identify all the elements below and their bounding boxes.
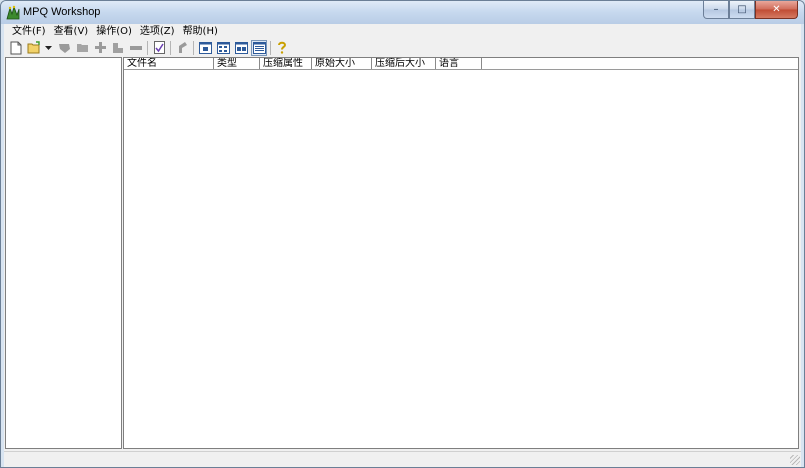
details-view-button[interactable] bbox=[251, 39, 267, 56]
new-archive-button[interactable] bbox=[8, 40, 24, 56]
client-area: 文件(F) 查看(V) 操作(O) 选项(Z) 帮助(H) 文件名 类型 压缩属… bbox=[4, 24, 801, 467]
maximize-button[interactable]: □ bbox=[729, 1, 755, 19]
help-icon bbox=[278, 41, 287, 54]
add-file-button[interactable] bbox=[92, 40, 108, 56]
open-archive-button[interactable] bbox=[26, 40, 42, 56]
menu-file[interactable]: 文件(F) bbox=[8, 24, 50, 39]
column-header-compression[interactable]: 压缩属性 bbox=[260, 58, 312, 69]
status-bar bbox=[4, 451, 801, 466]
resize-grip[interactable] bbox=[790, 455, 800, 465]
window-title: MPQ Workshop bbox=[23, 6, 101, 18]
toolbar-separator bbox=[170, 40, 171, 55]
details-view-icon bbox=[252, 41, 266, 54]
close-button[interactable]: ✕ bbox=[755, 1, 798, 19]
list-view-button[interactable] bbox=[233, 40, 249, 56]
remove-icon bbox=[130, 45, 142, 50]
large-icons-view-button[interactable] bbox=[197, 40, 213, 56]
file-list-header: 文件名 类型 压缩属性 原始大小 压缩后大小 语言 bbox=[124, 58, 482, 69]
new-archive-icon bbox=[10, 41, 22, 54]
header-divider bbox=[124, 69, 798, 70]
menu-options[interactable]: 选项(Z) bbox=[136, 24, 179, 39]
archive-tree-pane[interactable] bbox=[5, 57, 122, 449]
help-button[interactable] bbox=[274, 40, 290, 56]
compact-icon bbox=[153, 41, 165, 54]
toolbar-separator bbox=[270, 40, 271, 55]
remove-button[interactable] bbox=[128, 40, 144, 56]
rename-button[interactable] bbox=[110, 40, 126, 56]
small-icons-view-button[interactable] bbox=[215, 40, 231, 56]
minimize-icon: – bbox=[713, 4, 719, 15]
minimize-button[interactable]: – bbox=[703, 1, 729, 19]
extract-to-folder-button[interactable] bbox=[74, 40, 90, 56]
toolbar bbox=[4, 39, 801, 56]
list-view-icon bbox=[234, 41, 248, 54]
close-icon: ✕ bbox=[772, 4, 781, 15]
folder-extract-icon bbox=[76, 44, 88, 52]
add-file-icon bbox=[94, 42, 106, 53]
mpq-app-icon bbox=[5, 5, 21, 21]
large-icons-view-icon bbox=[198, 41, 212, 54]
open-dropdown-button[interactable] bbox=[44, 40, 52, 56]
column-header-compressed-size[interactable]: 压缩后大小 bbox=[372, 58, 436, 69]
toolbar-separator bbox=[147, 40, 148, 55]
extract-button[interactable] bbox=[56, 40, 72, 56]
menu-help[interactable]: 帮助(H) bbox=[179, 24, 222, 39]
column-header-type[interactable]: 类型 bbox=[214, 58, 260, 69]
column-header-filename[interactable]: 文件名 bbox=[124, 58, 214, 69]
title-bar[interactable]: MPQ Workshop – □ ✕ bbox=[1, 1, 804, 24]
file-list-pane[interactable]: 文件名 类型 压缩属性 原始大小 压缩后大小 语言 bbox=[123, 57, 799, 449]
menu-bar: 文件(F) 查看(V) 操作(O) 选项(Z) 帮助(H) bbox=[4, 24, 801, 39]
rename-icon bbox=[113, 42, 123, 53]
column-header-original-size[interactable]: 原始大小 bbox=[312, 58, 372, 69]
caption-buttons: – □ ✕ bbox=[703, 1, 798, 19]
compact-button[interactable] bbox=[151, 40, 167, 56]
extract-icon bbox=[58, 43, 70, 53]
maximize-icon: □ bbox=[737, 4, 747, 15]
menu-view[interactable]: 查看(V) bbox=[50, 24, 93, 39]
dropdown-arrow-icon bbox=[44, 45, 52, 50]
toolbar-separator bbox=[193, 40, 194, 55]
tool-icon bbox=[179, 42, 187, 53]
tool-button[interactable] bbox=[174, 40, 190, 56]
small-icons-view-icon bbox=[216, 41, 230, 54]
open-archive-icon bbox=[27, 41, 40, 54]
app-window: MPQ Workshop – □ ✕ 文件(F) 查看(V) 操作(O) 选项(… bbox=[0, 0, 805, 468]
menu-operation[interactable]: 操作(O) bbox=[92, 24, 136, 39]
column-header-language[interactable]: 语言 bbox=[436, 58, 482, 69]
